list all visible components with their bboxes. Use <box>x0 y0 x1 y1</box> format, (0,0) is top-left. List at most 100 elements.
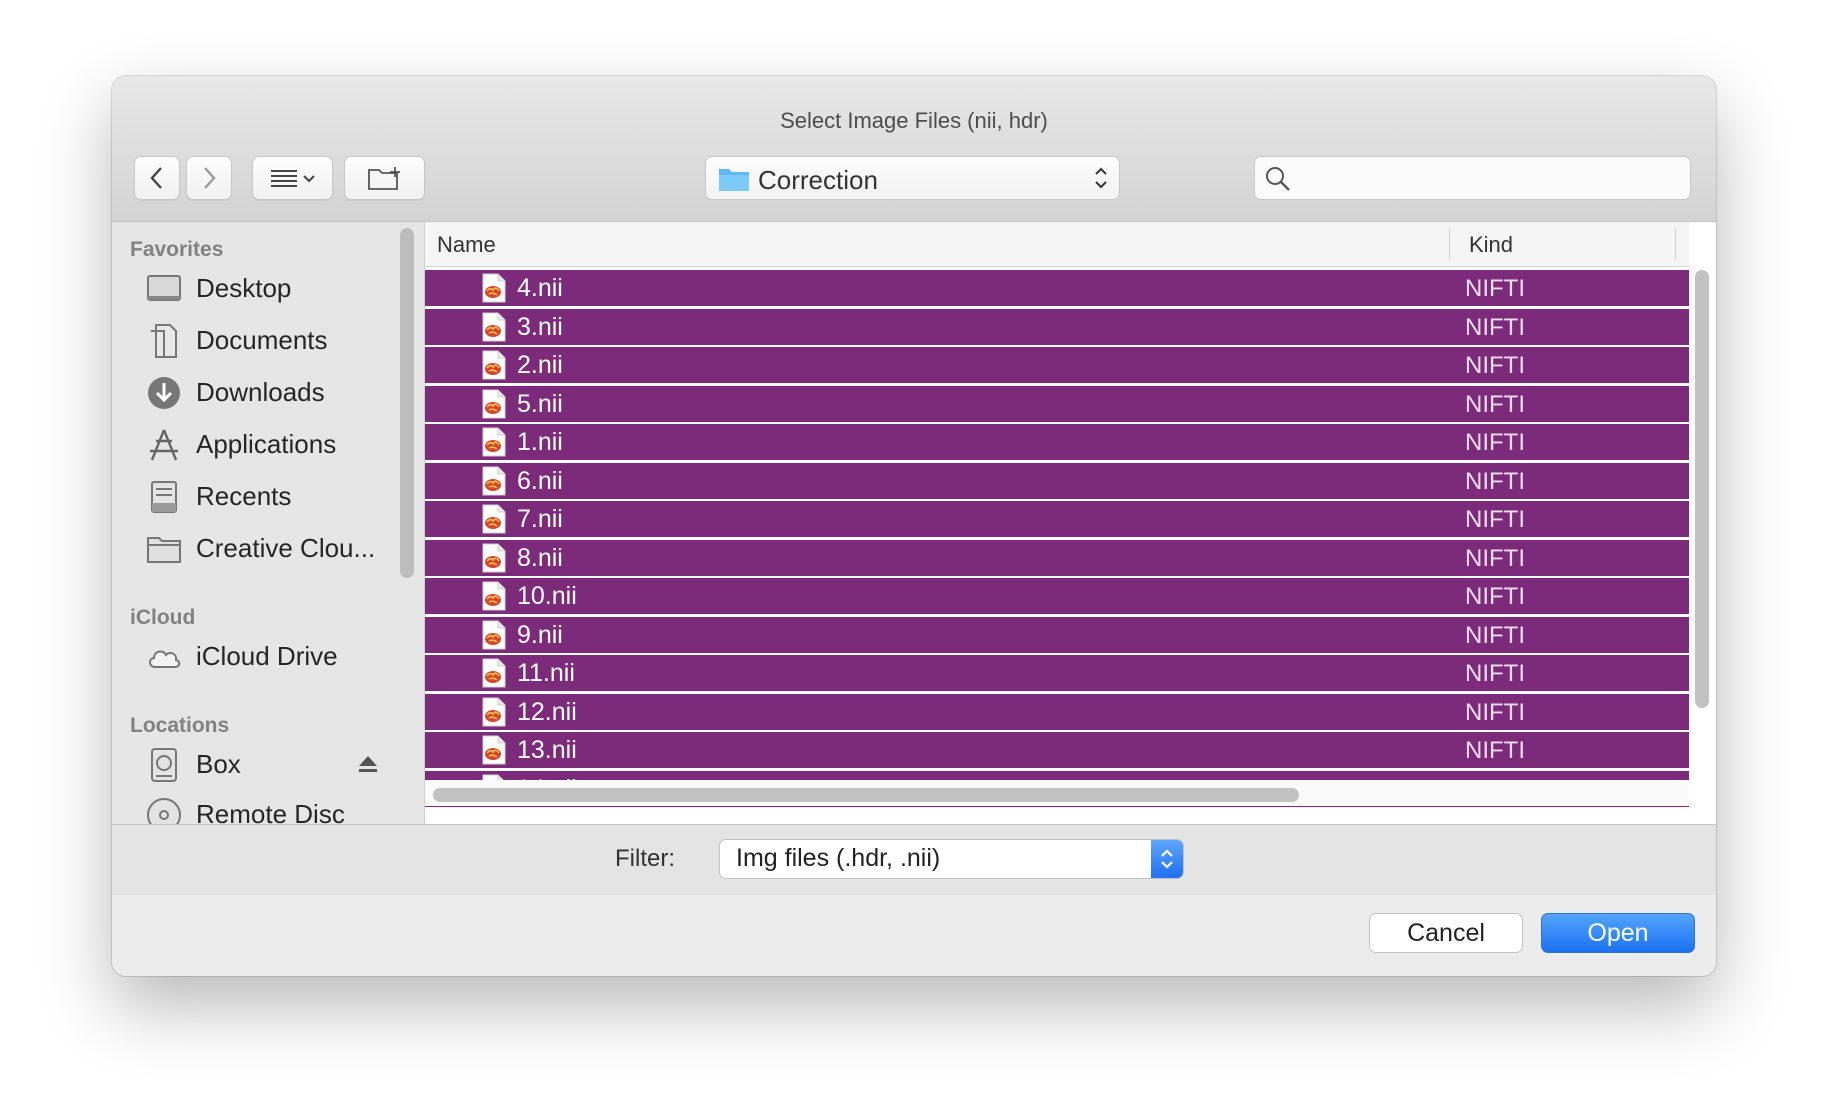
eject-icon[interactable] <box>358 755 378 773</box>
file-kind: NIFTI <box>1465 544 1525 572</box>
file-kind: NIFTI <box>1465 390 1525 418</box>
new-folder-icon <box>367 167 400 190</box>
file-name: 11.nii <box>517 659 575 687</box>
open-button[interactable]: Open <box>1541 913 1695 953</box>
table-row[interactable]: 3.nii NIFTI <box>425 308 1689 345</box>
location-label: Correction <box>758 165 878 195</box>
nifti-file-icon <box>481 427 507 462</box>
nifti-file-icon <box>481 581 507 616</box>
file-kind: NIFTI <box>1465 467 1525 495</box>
sidebar-item-label: Box <box>196 749 241 779</box>
dialog-title: Select Image Files (nii, hdr) <box>780 108 1048 133</box>
downloads-icon <box>148 377 180 409</box>
sidebar-item-recents[interactable]: Recents <box>112 474 402 520</box>
filter-value: Img files (.hdr, .nii) <box>736 844 941 872</box>
column-header-name[interactable]: Name <box>437 232 496 258</box>
column-header: Name Kind <box>425 222 1689 267</box>
filter-stepper[interactable] <box>1151 840 1183 878</box>
file-kind: NIFTI <box>1465 660 1525 687</box>
button-bar: Cancel Open <box>112 895 1716 976</box>
file-name: 10.nii <box>517 582 577 610</box>
recents-icon <box>151 481 177 513</box>
column-divider[interactable] <box>1675 228 1676 260</box>
desktop-icon <box>147 275 181 301</box>
file-open-dialog: Select Image Files (nii, hdr) Correction <box>112 76 1716 976</box>
nifti-file-icon <box>481 620 507 655</box>
cloud-icon <box>149 650 181 668</box>
sidebar-item-label: iCloud Drive <box>196 641 338 671</box>
nifti-file-icon <box>481 697 507 732</box>
file-name: 7.nii <box>517 505 563 533</box>
search-input[interactable] <box>1303 161 1687 197</box>
table-row[interactable]: 8.nii NIFTI <box>425 539 1689 578</box>
file-name: 9.nii <box>517 620 563 649</box>
file-name: 13.nii <box>517 736 577 764</box>
sidebar-item-applications[interactable]: Applications <box>112 422 402 468</box>
sidebar-item-label: Documents <box>196 325 328 355</box>
table-row[interactable]: 12.nii NIFTI <box>425 693 1689 732</box>
file-kind: NIFTI <box>1465 352 1525 379</box>
chevron-right-icon <box>204 167 216 189</box>
applications-icon <box>150 429 178 461</box>
file-name: 8.nii <box>517 543 563 572</box>
table-row[interactable]: 10.nii NIFTI <box>425 578 1689 614</box>
back-button[interactable] <box>134 156 180 200</box>
sidebar-item-documents[interactable]: Documents <box>112 318 402 364</box>
file-kind: NIFTI <box>1465 429 1525 456</box>
table-row[interactable]: 11.nii NIFTI <box>425 655 1689 691</box>
disc-icon <box>147 798 181 824</box>
view-mode-button[interactable] <box>252 156 333 200</box>
cancel-button[interactable]: Cancel <box>1369 913 1523 953</box>
sidebar-item-icloud-drive[interactable]: iCloud Drive <box>112 634 402 680</box>
nifti-file-icon <box>481 658 507 693</box>
sidebar-item-label: Creative Clou... <box>196 533 376 563</box>
search-field[interactable] <box>1254 156 1691 200</box>
file-list: Name Kind 4.nii NIFTI 3.nii NIFTI 2.nii NIFTI… <box>425 222 1716 824</box>
sidebar-item-creative-cloud[interactable]: Creative Clou... <box>112 526 402 572</box>
file-kind: NIFTI <box>1465 621 1525 649</box>
column-header-kind[interactable]: Kind <box>1469 232 1513 258</box>
table-row[interactable]: 7.nii NIFTI <box>425 501 1689 537</box>
table-row[interactable]: 9.nii NIFTI <box>425 616 1689 655</box>
sidebar-section-locations: Locations <box>130 714 230 737</box>
table-row[interactable]: 5.nii NIFTI <box>425 385 1689 422</box>
table-row[interactable]: 6.nii NIFTI <box>425 462 1689 499</box>
nifti-file-icon <box>481 735 507 770</box>
horizontal-scrollbar[interactable] <box>433 788 1299 802</box>
sidebar-scrollbar[interactable] <box>400 228 414 578</box>
file-name: 1.nii <box>517 428 563 456</box>
table-row[interactable]: 13.nii NIFTI <box>425 732 1689 768</box>
search-icon <box>1266 167 1290 191</box>
documents-icon <box>151 324 177 358</box>
file-kind: NIFTI <box>1465 506 1525 533</box>
new-folder-button[interactable] <box>344 156 425 200</box>
table-row[interactable]: 4.nii NIFTI <box>425 270 1689 306</box>
sidebar-item-label: Downloads <box>196 377 325 407</box>
nifti-file-icon <box>481 543 507 578</box>
nifti-file-icon <box>481 350 507 385</box>
sidebar-item-label: Desktop <box>196 273 292 303</box>
title-bar: Select Image Files (nii, hdr) Correction <box>112 76 1716 222</box>
file-name: 12.nii <box>517 697 577 726</box>
forward-button[interactable] <box>186 156 232 200</box>
sidebar-item-remote-disc[interactable]: Remote Disc <box>112 792 402 824</box>
table-row[interactable]: 2.nii NIFTI <box>425 347 1689 383</box>
file-kind: NIFTI <box>1465 313 1525 341</box>
sidebar-item-downloads[interactable]: Downloads <box>112 370 402 416</box>
file-name: 6.nii <box>517 466 563 495</box>
column-divider[interactable] <box>1449 228 1450 260</box>
file-name: 3.nii <box>517 312 563 341</box>
sidebar-item-box[interactable]: Box <box>112 742 402 788</box>
filter-bar: Filter: Img files (.hdr, .nii) <box>112 824 1716 896</box>
sidebar-item-desktop[interactable]: Desktop <box>112 266 402 312</box>
list-view-icon <box>270 170 315 187</box>
sidebar: Favorites Desktop Documents Downloads Ap… <box>112 222 425 824</box>
sidebar-item-label: Applications <box>196 429 337 459</box>
chevron-left-icon <box>150 167 162 189</box>
vertical-scrollbar[interactable] <box>1695 270 1709 708</box>
filter-popup[interactable]: Img files (.hdr, .nii) <box>719 839 1184 879</box>
location-popup[interactable]: Correction <box>705 156 1120 200</box>
sidebar-section-icloud: iCloud <box>130 606 196 629</box>
table-row[interactable]: 1.nii NIFTI <box>425 424 1689 460</box>
file-kind: NIFTI <box>1465 583 1525 610</box>
